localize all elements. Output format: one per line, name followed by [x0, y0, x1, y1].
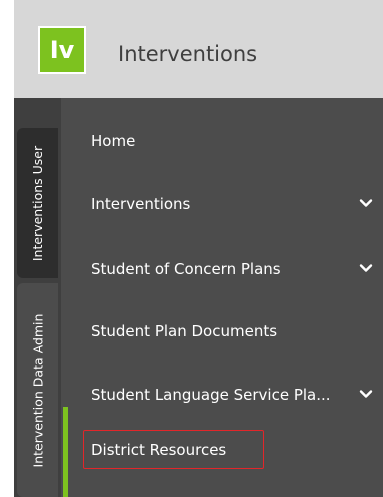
menu-item-student-language-service-plans[interactable]: Student Language Service Pla... — [61, 375, 383, 415]
menu-item-label: Interventions — [91, 195, 191, 213]
selection-highlight-box — [83, 430, 264, 469]
menu-item-label: Student of Concern Plans — [91, 260, 281, 278]
menu-item-interventions[interactable]: Interventions — [61, 184, 383, 224]
tab-intervention-data-admin[interactable]: Intervention Data Admin — [17, 283, 58, 497]
logo-text: Iv — [49, 36, 75, 64]
menu-item-label: Home — [91, 132, 136, 150]
nav-menu: Home Interventions Student of Concern Pl… — [61, 98, 383, 497]
menu-item-label: Student Language Service Pla... — [91, 386, 331, 404]
app-title: Interventions — [118, 42, 258, 66]
chevron-down-icon[interactable] — [359, 196, 373, 210]
tab-interventions-user[interactable]: Interventions User — [17, 128, 58, 278]
app-logo[interactable]: Iv — [38, 26, 86, 74]
chevron-down-icon[interactable] — [359, 387, 373, 401]
menu-item-label: Student Plan Documents — [91, 322, 278, 340]
menu-item-student-plan-documents[interactable]: Student Plan Documents — [61, 311, 383, 351]
app-frame: Iv Interventions Interventions User Inte… — [14, 0, 383, 497]
chevron-down-icon[interactable] — [359, 261, 373, 275]
tab-label: Intervention Data Admin — [30, 313, 45, 467]
menu-item-home[interactable]: Home — [61, 121, 383, 161]
menu-item-student-of-concern-plans[interactable]: Student of Concern Plans — [61, 249, 383, 289]
vertical-tab-rail: Interventions User Intervention Data Adm… — [14, 98, 61, 497]
tab-label: Interventions User — [30, 145, 45, 261]
app-header: Iv Interventions — [14, 0, 383, 98]
